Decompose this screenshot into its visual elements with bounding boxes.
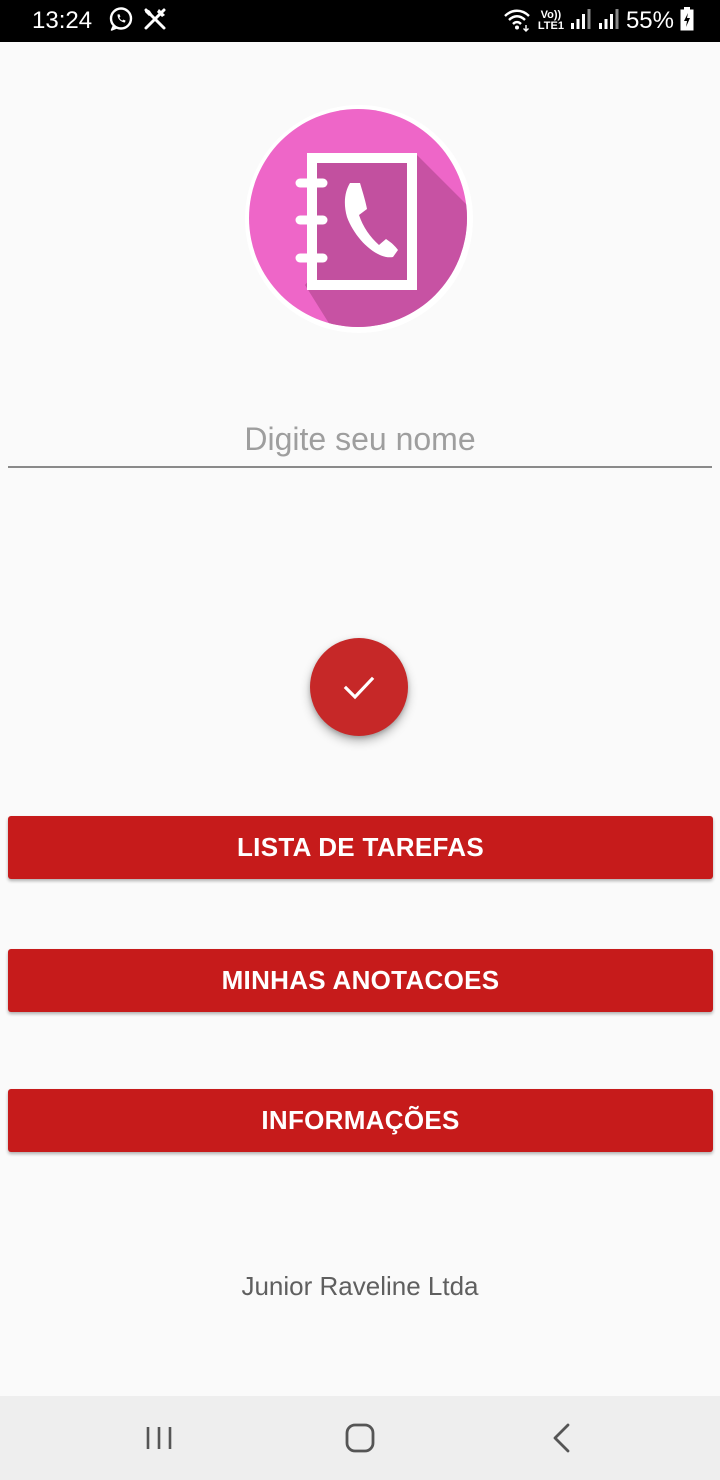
signal-icon-2 bbox=[598, 7, 620, 36]
check-icon bbox=[343, 676, 375, 700]
task-list-button[interactable]: LISTA DE TAREFAS bbox=[8, 816, 713, 879]
company-name: Junior Raveline Ltda bbox=[241, 1271, 479, 1301]
recents-icon[interactable] bbox=[137, 1416, 181, 1460]
my-notes-button[interactable]: MINHAS ANOTACOES bbox=[8, 949, 713, 1012]
confirm-fab-button[interactable] bbox=[310, 638, 408, 736]
navigation-bar bbox=[0, 1396, 720, 1480]
status-time: 13:24 bbox=[32, 7, 93, 34]
information-button[interactable]: INFORMAÇÕES bbox=[8, 1089, 713, 1152]
home-icon[interactable] bbox=[338, 1416, 382, 1460]
utensils-icon bbox=[142, 6, 168, 37]
system-status-icons: Vo)) LTE1 55% bbox=[502, 6, 694, 36]
volte-label-bottom: LTE1 bbox=[537, 20, 564, 32]
app-screen: 13:24 Vo)) LTE1 55% Digite seu nome LIST… bbox=[0, 0, 720, 1480]
signal-icon bbox=[570, 7, 592, 36]
volte-icon: Vo)) LTE1 bbox=[538, 10, 564, 32]
notification-icons bbox=[108, 6, 168, 37]
battery-percent: 55% bbox=[625, 7, 674, 34]
status-bar: 13:24 Vo)) LTE1 55% bbox=[0, 0, 720, 42]
wifi-icon bbox=[502, 6, 532, 37]
whatsapp-icon bbox=[108, 6, 134, 37]
back-icon[interactable] bbox=[540, 1416, 584, 1460]
name-input[interactable] bbox=[8, 412, 712, 468]
contact-book-phone-icon bbox=[245, 105, 473, 333]
battery-icon bbox=[680, 6, 694, 36]
